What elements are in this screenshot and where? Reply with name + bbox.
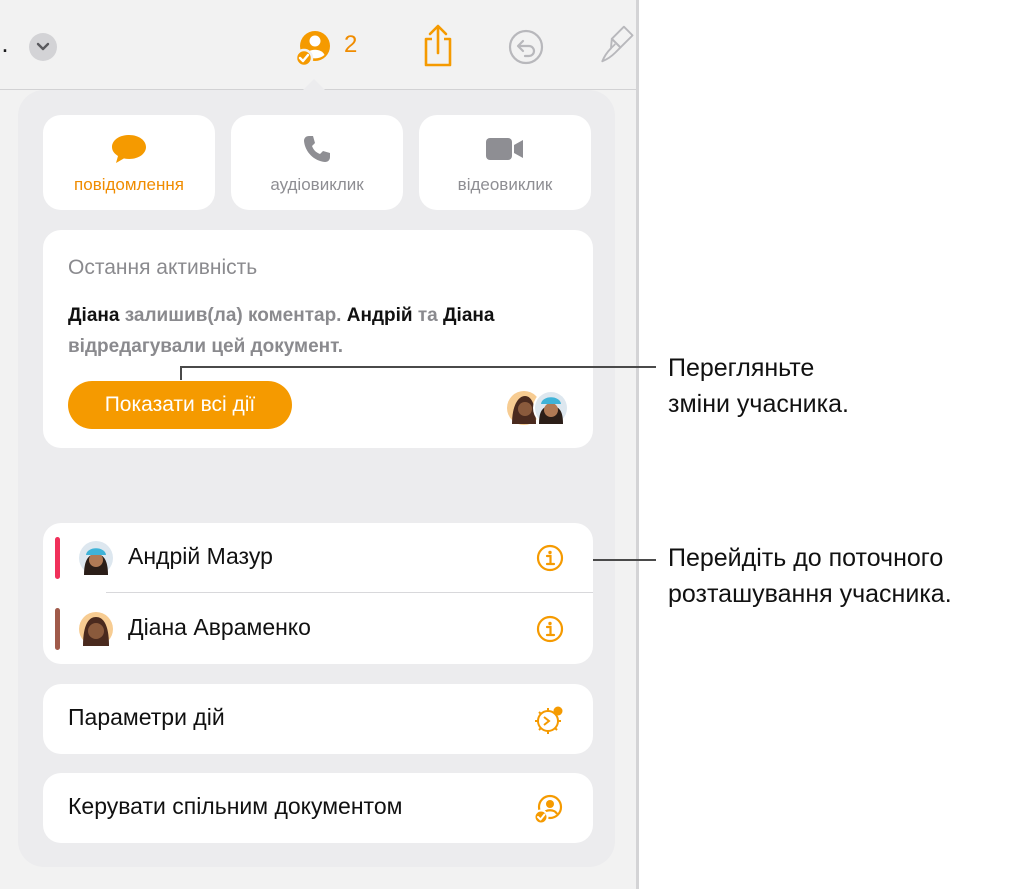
app-window-edge bbox=[636, 0, 639, 889]
chevron-down-icon bbox=[36, 42, 50, 51]
activity-fragment: відредагували цей документ. bbox=[68, 336, 344, 357]
callout-leader-line bbox=[180, 366, 656, 368]
message-label: повідомлення bbox=[74, 175, 184, 194]
audio-call-button[interactable]: аудіовиклик bbox=[231, 115, 403, 210]
phone-icon bbox=[304, 136, 330, 162]
participant-name: Андрій Мазур bbox=[128, 543, 273, 569]
undo-icon bbox=[508, 29, 544, 65]
row-separator bbox=[106, 592, 593, 593]
app-window: . 2 повідомлення аудіовиклик відеовиклик… bbox=[0, 0, 636, 889]
activity-fragment: та bbox=[412, 305, 444, 326]
message-button[interactable]: повідомлення bbox=[43, 115, 215, 210]
paintbrush-icon bbox=[601, 25, 634, 63]
callout-leader-line bbox=[180, 366, 182, 380]
participant-color-bar bbox=[55, 608, 60, 650]
audio-call-label: аудіовиклик bbox=[270, 175, 364, 194]
collaborators-count: 2 bbox=[344, 31, 358, 58]
participant-name: Діана Авраменко bbox=[128, 614, 311, 640]
show-all-activity-button[interactable]: Показати всі дії bbox=[68, 381, 292, 429]
participant-avatar bbox=[79, 541, 113, 575]
participant-color-bar bbox=[55, 537, 60, 579]
participants-list: Андрій Мазур Діана Авраменко bbox=[43, 523, 593, 664]
video-call-label: відеовиклик bbox=[457, 175, 553, 194]
callout-line-text: Перегляньте bbox=[668, 354, 815, 382]
info-icon[interactable] bbox=[536, 615, 564, 643]
callout-view-changes: Перегляньте зміни учасника. bbox=[668, 350, 849, 422]
participant-row[interactable]: Андрій Мазур bbox=[43, 523, 593, 593]
activity-name: Діана bbox=[443, 305, 495, 326]
manage-collaboration-icon bbox=[533, 794, 563, 825]
callout-leader-line bbox=[593, 559, 656, 561]
undo-button[interactable] bbox=[505, 26, 547, 68]
activity-fragment: залишив(ла) коментар. bbox=[119, 305, 347, 326]
collaborate-icon bbox=[294, 31, 330, 68]
message-bubble-icon bbox=[112, 135, 146, 163]
info-icon[interactable] bbox=[536, 544, 564, 572]
collaborate-button[interactable] bbox=[293, 26, 337, 70]
participants-avatars bbox=[507, 390, 569, 426]
activity-name: Діана bbox=[68, 305, 120, 326]
callout-line-text: розташування учасника. bbox=[668, 580, 952, 608]
recent-activity-text: Діана залишив(ла) коментар. Андрій та Ді… bbox=[68, 300, 568, 362]
recent-activity-title: Остання активність bbox=[68, 256, 258, 279]
callout-line-text: зміни учасника. bbox=[668, 390, 849, 418]
activity-name: Андрій bbox=[346, 305, 413, 326]
video-camera-icon bbox=[486, 138, 523, 160]
manage-shared-document-label: Керувати спільним документом bbox=[68, 793, 403, 819]
activity-settings-label: Параметри дій bbox=[68, 704, 225, 730]
format-button[interactable] bbox=[598, 18, 636, 70]
recent-activity-card: Остання активність Діана залишив(ла) ком… bbox=[43, 230, 593, 448]
participant-avatar bbox=[79, 612, 113, 646]
callout-go-to-location: Перейдіть до поточного розташування учас… bbox=[668, 540, 952, 612]
callout-line-text: Перейдіть до поточного bbox=[668, 544, 944, 572]
activity-settings-gear-icon bbox=[535, 706, 563, 734]
manage-shared-document-row[interactable]: Керувати спільним документом bbox=[43, 773, 593, 843]
share-icon bbox=[424, 24, 452, 67]
share-button[interactable] bbox=[418, 22, 458, 70]
collaboration-popover: повідомлення аудіовиклик відеовиклик Ост… bbox=[18, 90, 615, 867]
participant-row[interactable]: Діана Авраменко bbox=[43, 594, 593, 664]
ellipsis-text: . bbox=[1, 28, 9, 58]
chevron-down-button[interactable] bbox=[29, 33, 57, 61]
activity-settings-row[interactable]: Параметри дій bbox=[43, 684, 593, 754]
video-call-button[interactable]: відеовиклик bbox=[419, 115, 591, 210]
